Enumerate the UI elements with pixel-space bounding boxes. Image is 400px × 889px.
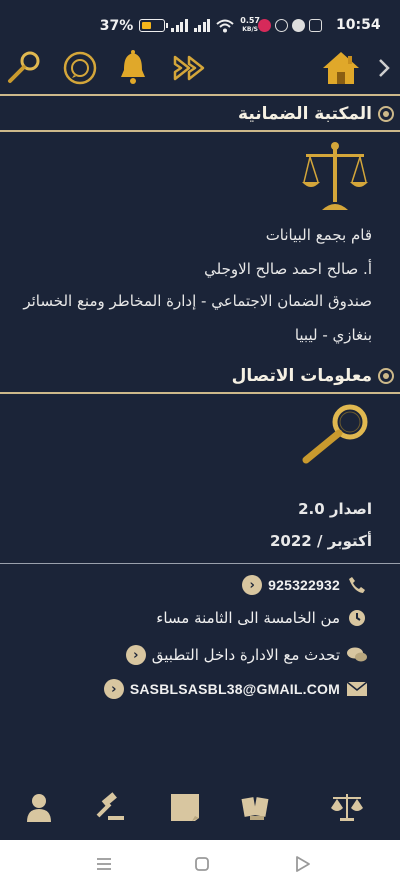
chat-icon — [346, 644, 368, 666]
wifi-icon — [216, 19, 234, 32]
divider — [0, 563, 400, 564]
messenger-icon — [309, 18, 322, 32]
contact-section-title: معلومات الاتصال — [231, 366, 372, 386]
organization-name: صندوق الضمان الاجتماعي - إدارة المخاطر و… — [23, 292, 372, 310]
chevron-left-icon: ‹ — [103, 679, 124, 699]
library-section-title: المكتبة الضمانية — [238, 104, 372, 124]
home-icon — [323, 52, 359, 84]
gavel-icon[interactable] — [94, 790, 128, 824]
forward-button[interactable] — [170, 48, 210, 88]
divider — [0, 392, 400, 394]
city-name: بنغازي - ليبيا — [294, 326, 372, 344]
author-name: أ. صالح احمد صالح الاوجلي — [204, 260, 372, 278]
chat-row[interactable]: تحدث مع الادارة داخل التطبيق ‹ — [125, 644, 368, 666]
magnifier-icon — [8, 51, 40, 83]
clock-icon — [346, 607, 368, 629]
divider — [0, 130, 400, 132]
notifications-button[interactable] — [116, 48, 150, 88]
magnifier-icon — [302, 404, 368, 464]
collected-by-label: قام بجمع البيانات — [265, 226, 372, 244]
envelope-icon — [346, 678, 368, 700]
status-indicators: 37% 0.57 KB/S — [100, 17, 260, 34]
system-navigation-bar — [0, 840, 400, 889]
status-bar: 37% 0.57 KB/S 10:54 — [0, 0, 400, 50]
home-nav-icon[interactable] — [192, 854, 212, 874]
signal-icon-2 — [193, 19, 211, 32]
net-speed-unit: KB/S — [242, 26, 258, 33]
hours-row: من الخامسة الى الثامنة مساء — [156, 607, 368, 629]
phone-icon — [346, 574, 368, 596]
next-button[interactable] — [374, 48, 394, 88]
app-version: اصدار 2.0 — [298, 500, 372, 518]
facebook-icon — [292, 18, 305, 32]
release-date: أكتوبر / 2022 — [269, 532, 372, 550]
chevron-left-icon: ‹ — [125, 645, 146, 665]
divider — [0, 94, 400, 96]
fast-forward-icon — [173, 55, 205, 81]
signal-icon — [171, 19, 188, 32]
working-hours: من الخامسة الى الثامنة مساء — [156, 609, 340, 627]
chevron-left-icon: ‹ — [242, 575, 263, 595]
back-icon[interactable] — [292, 854, 312, 874]
magnifier-button[interactable] — [4, 48, 44, 88]
bottom-navigation — [0, 780, 400, 840]
target-icon — [378, 368, 394, 384]
scales-icon[interactable] — [330, 790, 364, 824]
whatsapp-button[interactable] — [62, 48, 98, 88]
battery-icon — [139, 19, 169, 32]
home-button[interactable] — [320, 48, 362, 88]
battery-percentage: 37% — [99, 17, 134, 34]
scales-of-justice-icon — [302, 142, 368, 210]
user-icon[interactable] — [22, 790, 56, 824]
target-icon — [378, 106, 394, 122]
notification-app-icon — [258, 18, 271, 32]
top-toolbar — [0, 46, 400, 92]
email-row[interactable]: SASBLSASBL38@GMAIL.COM ‹ — [103, 678, 368, 700]
notification-icons: 10:54 — [258, 17, 381, 33]
chat-with-admin: تحدث مع الادارة داخل التطبيق — [151, 646, 340, 664]
phone-row[interactable]: 925322932 ‹ — [242, 574, 368, 596]
recent-apps-icon[interactable] — [94, 854, 114, 874]
viber-icon — [275, 18, 288, 32]
whatsapp-icon — [63, 51, 97, 85]
chevron-right-icon — [379, 59, 390, 77]
clock: 10:54 — [336, 17, 381, 33]
email-address: SASBLSASBL38@GMAIL.COM — [129, 681, 340, 697]
bell-icon — [121, 50, 145, 84]
map-icon[interactable] — [168, 790, 202, 824]
phone-number: 925322932 — [268, 577, 340, 593]
books-icon[interactable] — [240, 790, 274, 824]
